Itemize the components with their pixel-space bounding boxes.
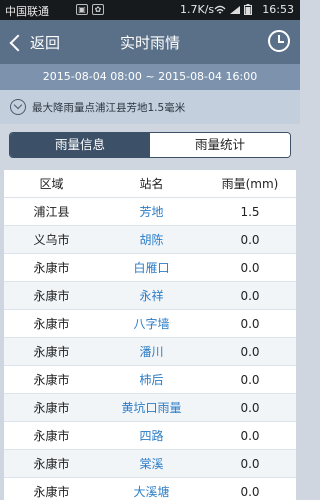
rainfall-cell: 0.0 — [240, 232, 260, 247]
rainfall-table: 区域 站名 雨量(mm) 浦江县 芳地 1.5 义乌市 胡陈 0.0 永康市 白雁口 0.0 永康… — [4, 170, 296, 500]
region-cell: 永康市 — [33, 317, 70, 331]
rainfall-cell: 0.0 — [240, 288, 260, 303]
region-cell: 义乌市 — [33, 233, 70, 247]
tab-rain-stats[interactable]: 雨量统计 — [150, 133, 290, 157]
clock-icon[interactable] — [268, 30, 290, 52]
title-bar: 返回 实时雨情 — [0, 20, 300, 64]
date-range: 2015-08-04 08:00 ~ 2015-08-04 16:00 — [0, 64, 300, 90]
table-row: 永康市 八字墙 0.0 — [4, 310, 296, 338]
image-notification-icon: ▣ — [76, 4, 88, 15]
table-row: 浦江县 芳地 1.5 — [4, 198, 296, 226]
table-header: 区域 站名 雨量(mm) — [4, 170, 296, 198]
station-link[interactable]: 黄坑口雨量 — [99, 399, 204, 416]
region-cell: 永康市 — [33, 289, 70, 303]
rainfall-cell: 0.0 — [240, 260, 260, 275]
back-button[interactable]: 返回 — [6, 32, 60, 53]
expand-circle-icon[interactable] — [10, 99, 26, 115]
battery-icon — [244, 4, 252, 15]
table-row: 永康市 四路 0.0 — [4, 422, 296, 450]
rainfall-cell: 0.0 — [240, 372, 260, 387]
table-row: 永康市 潘川 0.0 — [4, 338, 296, 366]
wifi-icon — [214, 5, 226, 13]
system-icons — [214, 4, 252, 15]
signal-icon — [230, 5, 240, 14]
station-link[interactable]: 八字墙 — [99, 315, 204, 332]
station-link[interactable]: 永祥 — [99, 287, 204, 304]
rainfall-cell: 0.0 — [240, 316, 260, 331]
rainfall-cell: 0.0 — [240, 400, 260, 415]
carrier-name: 中国联通 — [5, 5, 49, 18]
region-cell: 永康市 — [33, 401, 70, 415]
station-link[interactable]: 芳地 — [99, 203, 204, 220]
region-cell: 永康市 — [33, 345, 70, 359]
status-bar: 中国联通 ▣ ✿ 1.7K/s 16:53 — [0, 0, 300, 20]
station-link[interactable]: 柿后 — [99, 371, 204, 388]
network-speed: 1.7K/s — [180, 3, 215, 16]
tab-bar: 雨量信息 雨量统计 — [9, 132, 291, 158]
back-label: 返回 — [30, 34, 61, 52]
table-row: 永康市 棠溪 0.0 — [4, 450, 296, 478]
region-cell: 永康市 — [33, 457, 70, 471]
station-link[interactable]: 潘川 — [99, 343, 204, 360]
region-cell: 永康市 — [33, 485, 70, 499]
table-row: 永康市 永祥 0.0 — [4, 282, 296, 310]
station-link[interactable]: 胡陈 — [99, 231, 204, 248]
region-cell: 永康市 — [33, 429, 70, 443]
table-row: 义乌市 胡陈 0.0 — [4, 226, 296, 254]
status-time: 16:53 — [262, 3, 294, 16]
android-notification-icon: ✿ — [92, 4, 104, 15]
region-cell: 永康市 — [33, 261, 70, 275]
rainfall-cell: 0.0 — [240, 344, 260, 359]
chevron-left-icon — [9, 34, 27, 51]
tab-rain-info[interactable]: 雨量信息 — [10, 133, 150, 157]
station-link[interactable]: 棠溪 — [99, 455, 204, 472]
table-row: 永康市 大溪塘 0.0 — [4, 478, 296, 500]
max-rainfall-banner[interactable]: 最大降雨量点浦江县芳地1.5毫米 — [0, 90, 300, 124]
max-rainfall-text: 最大降雨量点浦江县芳地1.5毫米 — [32, 102, 186, 114]
table-row: 永康市 柿后 0.0 — [4, 366, 296, 394]
rainfall-cell: 0.0 — [240, 484, 260, 499]
region-cell: 浦江县 — [33, 205, 70, 219]
rainfall-cell: 1.5 — [240, 204, 260, 219]
notification-icons: ▣ ✿ — [76, 4, 104, 15]
column-header-region: 区域 — [39, 177, 64, 191]
table-row: 永康市 白雁口 0.0 — [4, 254, 296, 282]
station-link[interactable]: 大溪塘 — [99, 483, 204, 500]
station-link[interactable]: 白雁口 — [99, 259, 204, 276]
column-header-rainfall: 雨量(mm) — [221, 177, 279, 191]
rainfall-cell: 0.0 — [240, 428, 260, 443]
table-body: 浦江县 芳地 1.5 义乌市 胡陈 0.0 永康市 白雁口 0.0 永康市 永祥 0.0 永康市 八字墙 0… — [4, 198, 296, 500]
rainfall-cell: 0.0 — [240, 456, 260, 471]
column-header-station: 站名 — [139, 177, 164, 191]
region-cell: 永康市 — [33, 373, 70, 387]
table-row: 永康市 黄坑口雨量 0.0 — [4, 394, 296, 422]
station-link[interactable]: 四路 — [99, 427, 204, 444]
